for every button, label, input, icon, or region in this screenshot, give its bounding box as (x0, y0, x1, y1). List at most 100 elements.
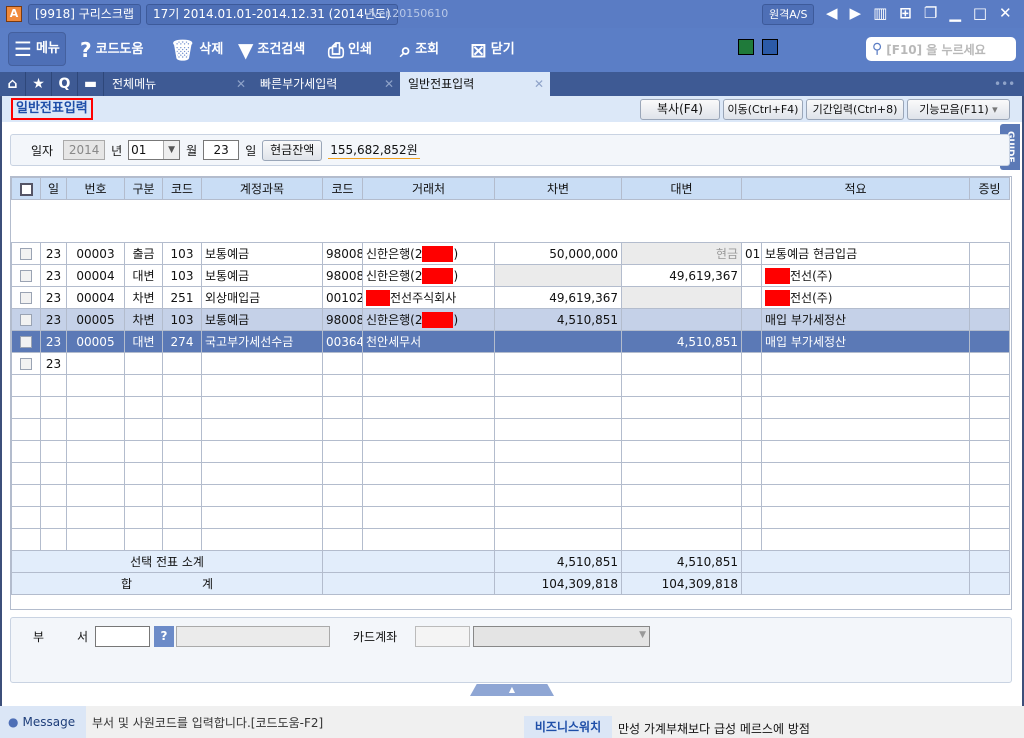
delete-button[interactable]: 🗑 삭제 (170, 36, 223, 64)
row-checkbox[interactable] (11, 528, 41, 551)
close-tab-icon[interactable]: ✕ (384, 72, 394, 96)
tab-all-menu[interactable]: 전체메뉴 (104, 72, 252, 96)
code-help-button[interactable]: ? 코드도움 (80, 36, 143, 64)
word-icon[interactable] (762, 39, 778, 55)
news-label: 비즈니스워치 (524, 716, 612, 738)
day-input[interactable]: 23 (203, 140, 240, 160)
select-all-checkbox[interactable] (11, 177, 41, 200)
row-checkbox[interactable] (11, 308, 41, 331)
close-tab-icon[interactable]: ✕ (236, 72, 246, 96)
table-row[interactable] (11, 528, 1010, 551)
tab-general-journal[interactable]: 일반전표입력 ✕ (400, 72, 550, 96)
empty-cell (66, 528, 125, 551)
book-icon[interactable]: ▥ (873, 4, 887, 22)
cell-partner: 천안세무서 (362, 330, 495, 353)
row-checkbox[interactable] (11, 374, 41, 397)
month-value: 01 (131, 143, 147, 157)
empty-cell (494, 528, 622, 551)
calendar-icon[interactable]: ▬ (78, 72, 104, 96)
cell-day (40, 462, 67, 485)
functions-dropdown[interactable]: 기능모음(F11) ▾ (907, 99, 1010, 120)
month-select[interactable]: 01 ▼ (128, 140, 181, 160)
maximize-icon[interactable]: □ (973, 4, 987, 22)
row-checkbox[interactable] (11, 506, 41, 529)
print-button[interactable]: ⎙ 인쇄 (328, 36, 372, 64)
dept-label-2: 서 (77, 630, 89, 644)
window-icon[interactable]: ❐ (924, 4, 937, 22)
row-checkbox[interactable] (11, 352, 41, 375)
cell-credit: 4,510,851 (621, 330, 742, 353)
cell-day (40, 418, 67, 441)
partner-name: 신한은행(2 (366, 246, 423, 261)
close-tab-icon[interactable]: ✕ (534, 72, 544, 96)
dept-code-input[interactable] (95, 626, 150, 647)
back-icon[interactable]: ◀ (826, 4, 838, 22)
excel-icon[interactable] (738, 39, 754, 55)
view-button[interactable]: ⌕ 조회 (400, 36, 439, 64)
copy-button[interactable]: 복사(F4) (640, 99, 720, 120)
minimize-icon[interactable]: ▁ (949, 4, 961, 22)
table-row[interactable]: 23 00003 출금 103 보통예금 98008 신한은행(2) 50,000,000 현금… (11, 242, 1010, 265)
row-checkbox[interactable] (11, 484, 41, 507)
card-account-select[interactable]: ▼ (473, 626, 650, 647)
row-checkbox[interactable] (11, 462, 41, 485)
table-row[interactable] (11, 440, 1010, 463)
table-row[interactable] (11, 484, 1010, 507)
row-checkbox[interactable] (11, 286, 41, 309)
tab-quick-vat[interactable]: ✕ 빠른부가세입력 ✕ (236, 72, 400, 96)
redaction (765, 268, 790, 285)
table-row[interactable]: 23 00004 대변 103 보통예금 98008 신한은행(2) 49,619,367 전선… (11, 264, 1010, 287)
row-checkbox[interactable] (11, 440, 41, 463)
row-checkbox[interactable] (11, 242, 41, 265)
tab-label: 일반전표입력 (408, 77, 475, 91)
table-row[interactable] (11, 506, 1010, 529)
close-icon[interactable]: ✕ (999, 4, 1012, 22)
home-icon[interactable]: ⌂ (0, 72, 26, 96)
table-row[interactable] (11, 418, 1010, 441)
close-button[interactable]: ⊠ 닫기 (470, 36, 515, 64)
grid-icon[interactable]: ⊞ (899, 4, 912, 22)
row-checkbox[interactable] (11, 330, 41, 353)
tab-bar: ⌂ ★ Q ▬ 전체메뉴 ✕ 빠른부가세입력 ✕ 일반전표입력 ✕ ••• (0, 72, 1024, 96)
move-button[interactable]: 이동(Ctrl+F4) (723, 99, 803, 120)
empty-cell (761, 418, 970, 441)
empty-cell (66, 418, 125, 441)
search-input[interactable]: ⚲ [F10] 을 누르세요 (866, 37, 1016, 61)
filter-button[interactable]: ▼ 조건검색 (238, 36, 305, 64)
row-checkbox[interactable] (11, 264, 41, 287)
table-row[interactable] (11, 396, 1010, 419)
table-row[interactable]: 23 00004 차변 251 외상매입금 00102 전선주식회사 49,619,367 전선… (11, 286, 1010, 309)
forward-icon[interactable]: ▶ (850, 4, 862, 22)
table-row[interactable] (11, 374, 1010, 397)
quick-icon[interactable]: Q (52, 72, 78, 96)
cash-balance-button[interactable]: 현금잔액 (262, 139, 323, 161)
news-ticker[interactable]: 만성 가계부채보다 급성 메르스에 방점 (618, 720, 810, 737)
remote-support-button[interactable]: 원격A/S (762, 4, 815, 25)
table-row[interactable] (11, 462, 1010, 485)
period-selector[interactable]: 17기 2014.01.01-2014.12.31 (2014년도) (146, 4, 398, 25)
empty-cell (124, 462, 163, 485)
trash-icon: 🗑 (170, 38, 196, 62)
more-tabs-icon[interactable]: ••• (994, 72, 1015, 96)
empty-cell (494, 352, 622, 375)
cell-type: 차변 (124, 308, 163, 331)
table-row[interactable]: 23 (11, 352, 1010, 375)
table-row[interactable]: 23 00005 대변 274 국고부가세선수금 00364 천안세무서 4,510,851 매… (11, 330, 1010, 353)
card-code-input[interactable] (415, 626, 470, 647)
menu-button[interactable]: ☰ 메뉴 (8, 32, 66, 66)
dept-help-icon[interactable]: ? (154, 626, 174, 647)
period-input-button[interactable]: 기간입력(Ctrl+8) (806, 99, 904, 120)
company-selector[interactable]: [9918] 구리스크랩 (28, 4, 141, 25)
row-checkbox[interactable] (11, 396, 41, 419)
page-title: 일반전표입력 (11, 98, 93, 120)
expand-panel-toggle[interactable]: ▲ (470, 684, 554, 696)
cell-number: 00003 (66, 242, 125, 265)
empty-cell (969, 352, 1010, 375)
cell-debit (494, 330, 622, 353)
empty-cell (162, 352, 202, 375)
row-checkbox[interactable] (11, 418, 41, 441)
table-row[interactable]: 23 00005 차변 103 보통예금 98008 신한은행(2) 4,510,851 매입 … (11, 308, 1010, 331)
empty-cell (494, 440, 622, 463)
cell-memo-code (741, 286, 762, 309)
star-icon[interactable]: ★ (26, 72, 52, 96)
